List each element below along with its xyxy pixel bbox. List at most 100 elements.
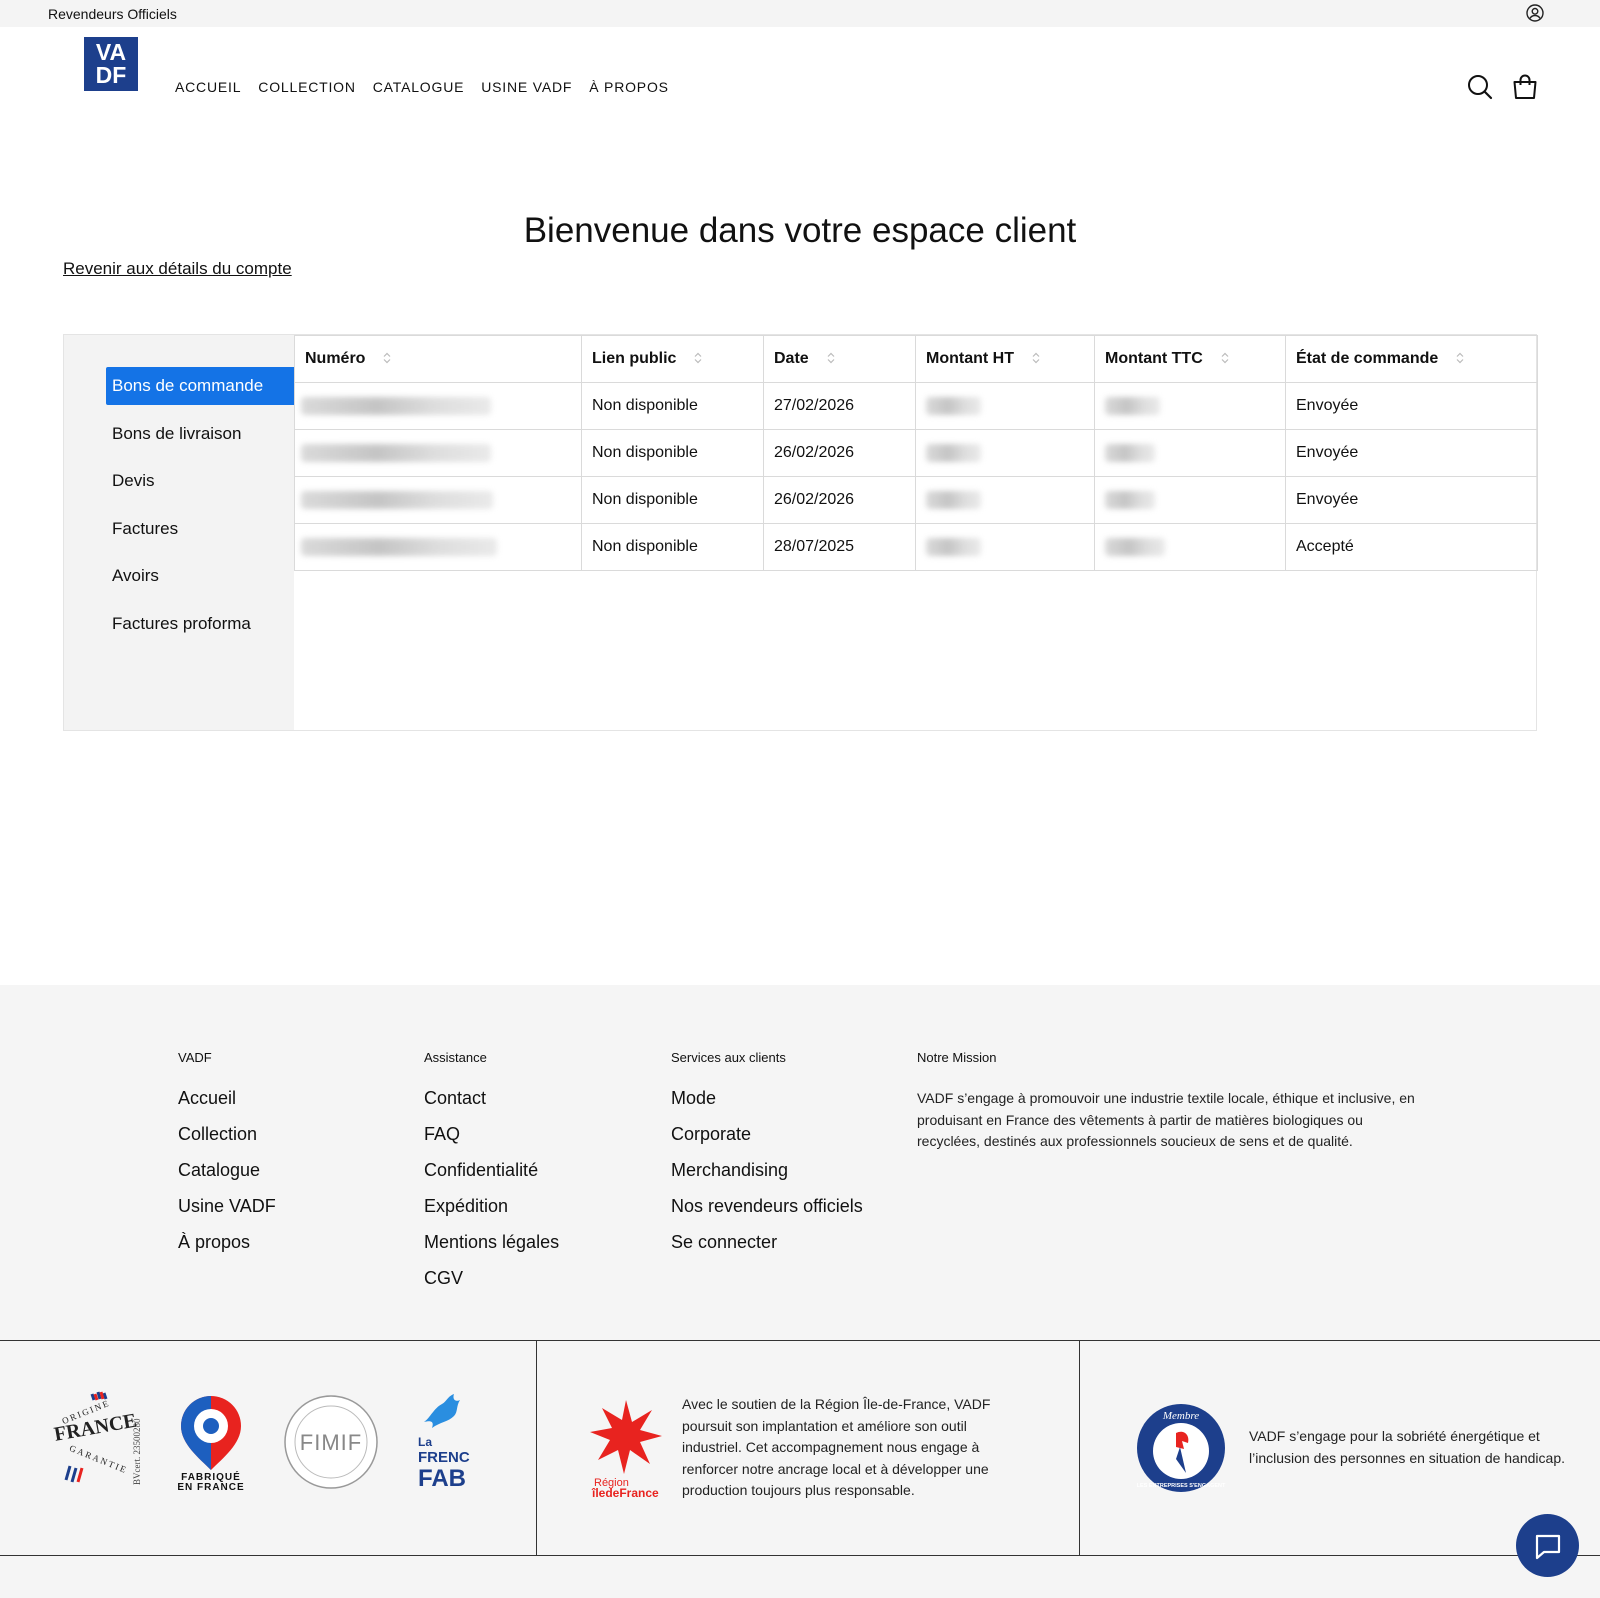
footer-link-cgv[interactable]: CGV <box>424 1268 559 1289</box>
table-row[interactable]: Non disponible 26/02/2026 Envoyée <box>294 476 1538 524</box>
nav-a-propos[interactable]: À PROPOS <box>589 79 669 95</box>
sort-icon[interactable] <box>694 352 702 364</box>
cell-date: 28/07/2025 <box>763 523 916 571</box>
column-header-lien-public[interactable]: Lien public <box>581 335 764 383</box>
documents-sidebar: Bons de commande Bons de livraison Devis… <box>64 335 294 730</box>
sort-icon[interactable] <box>1221 352 1229 364</box>
sidebar-item-factures-proforma[interactable]: Factures proforma <box>106 605 294 643</box>
cell-lien-public: Non disponible <box>581 429 764 477</box>
divider <box>1079 1340 1080 1556</box>
table-row[interactable]: Non disponible 28/07/2025 Accepté <box>294 523 1538 571</box>
sidebar-item-devis[interactable]: Devis <box>106 462 294 500</box>
cell-lien-public: Non disponible <box>581 523 764 571</box>
footer-link-corporate[interactable]: Corporate <box>671 1124 863 1145</box>
column-header-montant-ht[interactable]: Montant HT <box>915 335 1095 383</box>
footer-link-accueil[interactable]: Accueil <box>178 1088 276 1109</box>
column-header-montant-ttc[interactable]: Montant TTC <box>1094 335 1286 383</box>
badge-text: LES ENTREPRISES S'ENGAGENT <box>1137 1483 1226 1489</box>
user-circle-icon[interactable] <box>1526 4 1544 22</box>
divider <box>536 1340 537 1556</box>
column-header-etat[interactable]: État de commande <box>1285 335 1538 383</box>
column-header-date[interactable]: Date <box>763 335 916 383</box>
cell-etat: Envoyée <box>1285 476 1538 524</box>
redacted-value <box>926 490 981 509</box>
footer-col-title: Notre Mission <box>917 1050 997 1065</box>
footer-link-a-propos[interactable]: À propos <box>178 1232 276 1253</box>
cell-date: 27/02/2026 <box>763 382 916 430</box>
footer-col-title: Assistance <box>424 1050 487 1065</box>
fimif-logo: FIMIF <box>284 1395 378 1489</box>
redacted-value <box>1105 443 1155 462</box>
sort-icon[interactable] <box>383 352 391 364</box>
cell-numero-redacted <box>294 382 582 430</box>
cell-date: 26/02/2026 <box>763 429 916 477</box>
redacted-value <box>926 537 981 556</box>
cell-montant-ht-redacted <box>915 476 1095 524</box>
cell-etat: Envoyée <box>1285 429 1538 477</box>
sort-icon[interactable] <box>1032 352 1040 364</box>
sort-icon[interactable] <box>827 352 835 364</box>
cell-numero-redacted <box>294 429 582 477</box>
shopping-bag-icon[interactable] <box>1512 74 1538 100</box>
orders-table-wrap: Numéro Lien public Date Montant HT Monta… <box>294 335 1538 571</box>
cell-lien-public: Non disponible <box>581 476 764 524</box>
footer-col-title: VADF <box>178 1050 212 1065</box>
footer-link-se-connecter[interactable]: Se connecter <box>671 1232 863 1253</box>
badge-text: FIMIF <box>300 1430 362 1455</box>
les-entreprises-s-engagent-logo: Membre LES ENTREPRISES S'ENGAGENT <box>1137 1404 1226 1492</box>
footer-link-merchandising[interactable]: Merchandising <box>671 1160 863 1181</box>
mission-text: VADF s’engage à promouvoir une industrie… <box>917 1090 1415 1149</box>
footer-link-mode[interactable]: Mode <box>671 1088 863 1109</box>
footer-link-usine-vadf[interactable]: Usine VADF <box>178 1196 276 1217</box>
back-to-account-link[interactable]: Revenir aux détails du compte <box>63 259 292 279</box>
sidebar-item-avoirs[interactable]: Avoirs <box>106 557 294 595</box>
redacted-value <box>926 443 981 462</box>
cell-montant-ttc-redacted <box>1094 382 1286 430</box>
footer-col-title: Services aux clients <box>671 1050 786 1065</box>
orders-table: Numéro Lien public Date Montant HT Monta… <box>294 335 1538 571</box>
cell-montant-ttc-redacted <box>1094 476 1286 524</box>
badge-text: La <box>418 1435 432 1449</box>
badge-text: îledeFrance <box>591 1486 659 1498</box>
badge-text: FRENCH <box>418 1449 470 1466</box>
cell-montant-ht-redacted <box>915 382 1095 430</box>
footer-link-confidentialite[interactable]: Confidentialité <box>424 1160 559 1181</box>
footer-link-collection[interactable]: Collection <box>178 1124 276 1145</box>
footer-link-faq[interactable]: FAQ <box>424 1124 559 1145</box>
chat-button[interactable] <box>1516 1514 1579 1577</box>
footer-link-mentions-legales[interactable]: Mentions légales <box>424 1232 559 1253</box>
footer-col-services: Services aux clients Mode Corporate Merc… <box>671 1050 863 1268</box>
main-nav: ACCUEIL COLLECTION CATALOGUE USINE VADF … <box>175 79 669 95</box>
footer-link-catalogue[interactable]: Catalogue <box>178 1160 276 1181</box>
cell-montant-ht-redacted <box>915 429 1095 477</box>
cell-etat: Envoyée <box>1285 382 1538 430</box>
table-header-row: Numéro Lien public Date Montant HT Monta… <box>294 335 1538 383</box>
la-french-fab-logo: La FRENCH FAB <box>418 1394 470 1492</box>
sidebar-item-factures[interactable]: Factures <box>106 510 294 548</box>
footer-link-contact[interactable]: Contact <box>424 1088 559 1109</box>
nav-accueil[interactable]: ACCUEIL <box>175 79 241 95</box>
redacted-value <box>301 490 493 509</box>
footer-link-revendeurs[interactable]: Nos revendeurs officiels <box>671 1196 863 1217</box>
cell-date: 26/02/2026 <box>763 476 916 524</box>
redacted-value <box>301 537 497 556</box>
cell-etat: Accepté <box>1285 523 1538 571</box>
sidebar-item-bons-de-commande[interactable]: Bons de commande <box>106 367 294 405</box>
cell-montant-ht-redacted <box>915 523 1095 571</box>
cell-montant-ttc-redacted <box>1094 429 1286 477</box>
nav-usine-vadf[interactable]: USINE VADF <box>481 79 572 95</box>
column-header-numero[interactable]: Numéro <box>294 335 582 383</box>
sidebar-item-bons-de-livraison[interactable]: Bons de livraison <box>106 415 294 453</box>
footer-link-expedition[interactable]: Expédition <box>424 1196 559 1217</box>
search-icon[interactable] <box>1467 74 1493 100</box>
chat-bubble-icon <box>1535 1534 1560 1559</box>
redacted-value <box>1105 490 1155 509</box>
sort-icon[interactable] <box>1456 352 1464 364</box>
nav-catalogue[interactable]: CATALOGUE <box>373 79 464 95</box>
table-row[interactable]: Non disponible 26/02/2026 Envoyée <box>294 429 1538 477</box>
nav-collection[interactable]: COLLECTION <box>258 79 355 95</box>
redacted-value <box>926 396 981 415</box>
badge-text: FAB <box>418 1465 466 1492</box>
vadf-logo[interactable]: VA DF <box>84 37 138 91</box>
table-row[interactable]: Non disponible 27/02/2026 Envoyée <box>294 382 1538 430</box>
